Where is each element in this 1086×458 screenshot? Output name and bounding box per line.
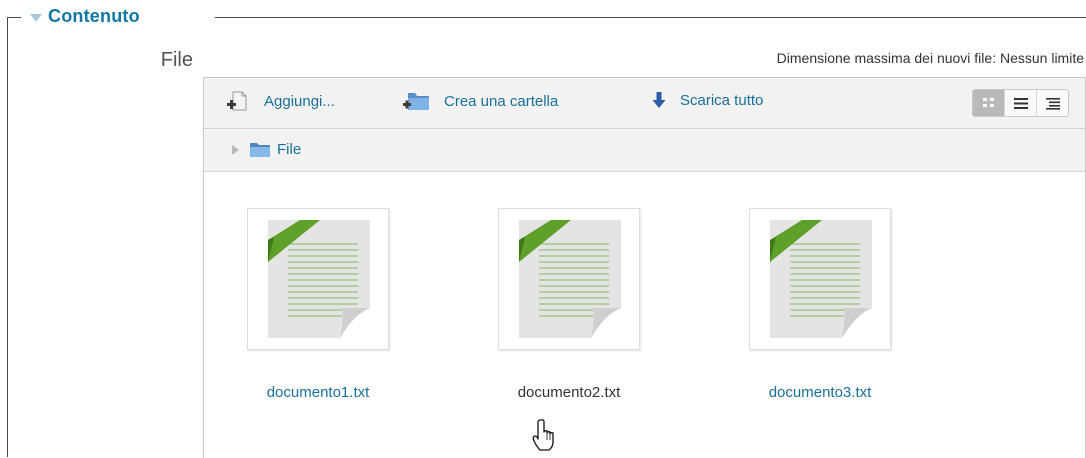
file-manager: Aggiungi... Crea una cartella Scarica tu…	[203, 77, 1086, 458]
hand-cursor-icon	[532, 419, 554, 451]
view-icons-button[interactable]	[973, 90, 1004, 116]
view-list-button[interactable]	[1004, 90, 1036, 116]
file-name-link[interactable]: documento2.txt	[485, 384, 653, 401]
create-folder-button[interactable]: Crea una cartella	[402, 90, 558, 112]
add-file-button[interactable]: Aggiungi...	[226, 90, 335, 112]
tree-view-icon	[1045, 97, 1060, 110]
text-document-icon	[770, 220, 872, 338]
text-document-icon	[519, 220, 621, 338]
fieldset-legend[interactable]: Contenuto	[30, 6, 140, 27]
file-name-link[interactable]: documento3.txt	[736, 384, 904, 401]
file-item[interactable]: documento2.txt	[485, 208, 653, 401]
field-label: File	[160, 49, 193, 71]
new-folder-icon	[403, 93, 429, 110]
file-thumbnail[interactable]	[749, 208, 891, 350]
file-item[interactable]: documento1.txt	[234, 208, 402, 401]
file-list: documento1.txt documento2.txt documento3…	[204, 172, 1085, 452]
max-size-text: Dimensione massima dei nuovi file: Nessu…	[776, 50, 1084, 66]
fieldset-border-top	[7, 17, 21, 18]
folder-icon	[250, 143, 270, 157]
expand-arrow-icon[interactable]	[232, 144, 239, 155]
file-name-link[interactable]: documento1.txt	[234, 384, 402, 401]
list-view-icon	[1013, 97, 1028, 109]
fieldset-border-left	[7, 17, 8, 457]
collapse-arrow-icon[interactable]	[30, 13, 42, 22]
breadcrumb-root[interactable]: File	[232, 141, 301, 158]
file-thumbnail[interactable]	[247, 208, 389, 350]
fieldset-legend-text: Contenuto	[48, 6, 140, 26]
path-bar: File	[204, 129, 1085, 172]
fieldset-border-top	[215, 17, 1086, 18]
text-document-icon	[268, 220, 370, 338]
download-all-label: Scarica tutto	[680, 91, 764, 109]
file-manager-toolbar: Aggiungi... Crea una cartella Scarica tu…	[204, 78, 1085, 129]
file-item[interactable]: documento3.txt	[736, 208, 904, 401]
view-mode-switcher	[972, 89, 1069, 117]
add-file-label: Aggiungi...	[264, 92, 335, 110]
download-all-button[interactable]: Scarica tutto	[652, 90, 763, 110]
icons-view-icon	[982, 98, 994, 107]
download-arrow-icon	[652, 92, 666, 108]
file-thumbnail[interactable]	[498, 208, 640, 350]
create-folder-label: Crea una cartella	[444, 92, 559, 110]
view-tree-button[interactable]	[1036, 90, 1068, 116]
add-file-icon	[227, 91, 247, 111]
breadcrumb-label: File	[277, 141, 302, 158]
